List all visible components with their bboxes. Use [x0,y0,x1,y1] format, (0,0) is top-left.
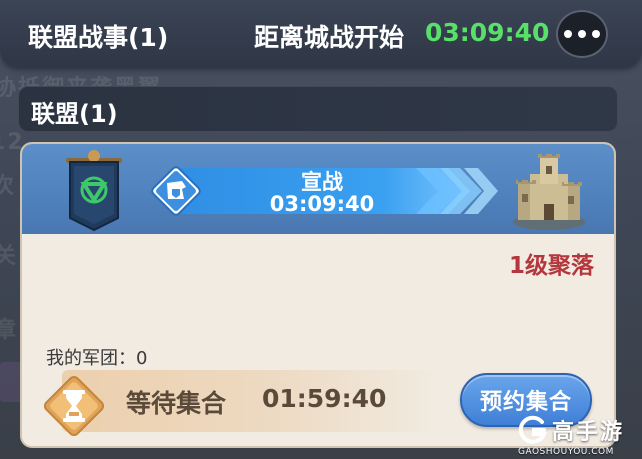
target-settlement-name: 1级聚落 [508,253,594,279]
my-legion-count: 我的军团：0 [46,348,148,369]
alliance-flag-icon [66,150,122,232]
watermark-brand-cn: 高手游 [552,420,625,445]
game-screen: 协抵御来袭黑翼 12 次 关 章 联盟战事(1) 距离城战开始 03:09:40… [0,0,642,459]
more-options-button[interactable] [556,10,608,58]
card-banner: 宣战 03:09:40 [22,144,614,234]
background-text: 章 [0,318,19,343]
battle-card[interactable]: 宣战 03:09:40 1级聚落 我的军团：0 等待集合 01:59:40 预约… [20,142,616,448]
hourglass-icon [43,375,105,437]
background-text: 关 [0,244,19,269]
waiting-assembly-timer: 01:59:40 [262,384,387,413]
gaoshouyou-logo-icon [518,415,547,444]
background-text: 次 [0,174,17,199]
waiting-assembly-label: 等待集合 [126,389,227,418]
watermark-brand-en: GAOSHOUYOU.COM [518,447,614,457]
alliance-section-header[interactable]: 联盟(1) [18,86,618,132]
declare-war-timer: 03:09:40 [269,192,375,216]
castle-target-icon [513,154,585,230]
ellipsis-icon [561,30,603,38]
city-battle-countdown-label: 距离城战开始 [254,23,405,52]
shield-flag-icon [151,166,201,216]
section-title: 联盟(1) [31,100,118,128]
top-bar: 联盟战事(1) 距离城战开始 03:09:40 [0,0,642,68]
city-battle-countdown-time: 03:09:40 [425,18,550,47]
page-title: 联盟战事(1) [28,23,169,52]
watermark: 高手游 GAOSHOUYOU.COM [516,414,640,458]
